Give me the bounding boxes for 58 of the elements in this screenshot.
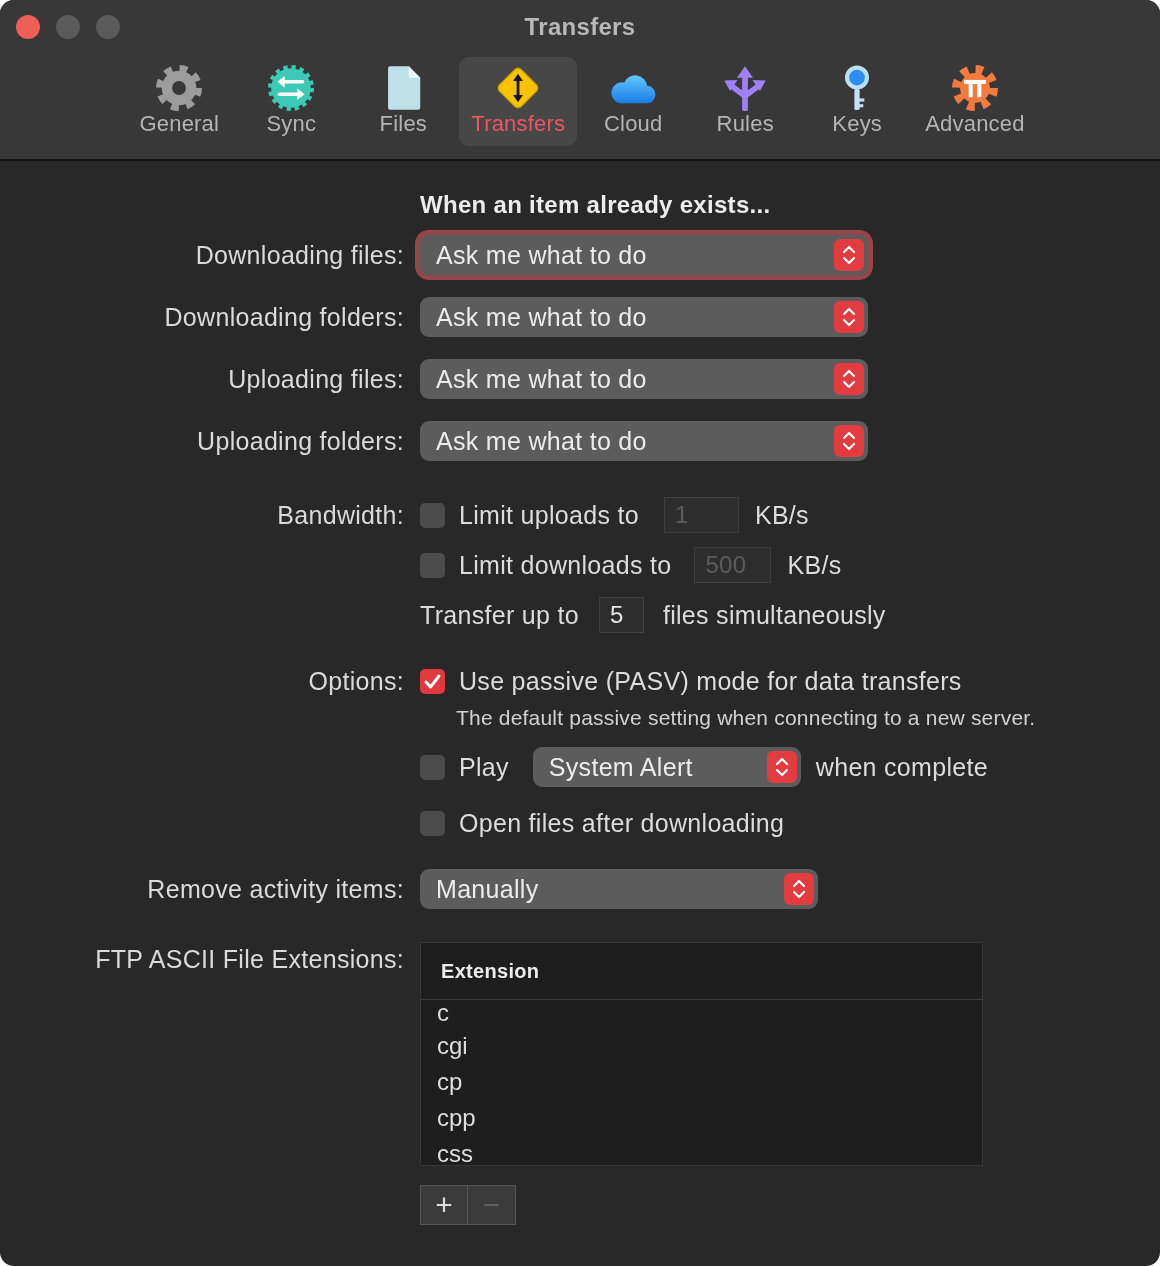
checkbox-label: Limit downloads to — [459, 550, 672, 580]
popup-menu[interactable]: Ask me what to do — [420, 297, 868, 337]
window-title: Transfers — [524, 13, 636, 41]
field-label: Downloading files: — [194, 240, 404, 270]
checkbox-label: Open files after downloading — [459, 808, 785, 838]
field-label: Options: — [307, 666, 404, 696]
chevron-up-down-icon — [834, 363, 864, 395]
toolbar-tab[interactable]: Advanced — [913, 57, 1037, 146]
column-header[interactable]: Extension — [441, 959, 540, 983]
checkbox[interactable] — [420, 502, 445, 528]
toolbar-tab[interactable]: Keys — [801, 57, 914, 146]
toolbar-tab[interactable]: General — [123, 57, 236, 146]
table-cell[interactable]: css — [437, 1140, 473, 1165]
sync-arrows-icon — [268, 65, 315, 111]
field-label: Downloading folders: — [163, 302, 404, 332]
unit-label: KB/s — [754, 500, 809, 530]
cog-icon — [951, 65, 998, 111]
window-zoom-button[interactable] — [96, 15, 120, 39]
field-label: Transfer up to — [420, 600, 579, 630]
popup-menu[interactable]: Ask me what to do — [420, 359, 868, 399]
add-button[interactable]: + — [420, 1185, 468, 1225]
window-close-button[interactable] — [16, 15, 40, 39]
checkbox-label: Limit uploads to — [459, 500, 639, 530]
field-label: Bandwidth: — [276, 500, 404, 530]
field-label: FTP ASCII File Extensions: — [94, 944, 404, 974]
toolbar-tab[interactable]: Rules — [689, 57, 802, 146]
field-label: when complete — [815, 752, 988, 782]
help-text: The default passive setting when connecting to a new server. — [455, 706, 1037, 730]
chevron-up-down-icon — [834, 425, 864, 457]
checkbox[interactable] — [420, 668, 445, 694]
text-field[interactable]: 5 — [598, 597, 644, 633]
chevron-up-down-icon — [784, 873, 814, 905]
field-label: Remove activity items: — [146, 874, 404, 904]
popup-menu[interactable]: Ask me what to do — [420, 421, 868, 461]
checkbox[interactable] — [420, 552, 445, 578]
checkbox-label: Play — [459, 752, 509, 782]
section-heading: When an item already exists... — [420, 191, 772, 219]
chevron-up-down-icon — [834, 301, 864, 333]
checkbox-label: Use passive (PASV) mode for data transfers — [459, 666, 962, 696]
unit-label: KB/s — [787, 550, 842, 580]
popup-menu[interactable]: System Alert — [532, 747, 801, 787]
field-label: Uploading folders: — [196, 426, 404, 456]
checkbox[interactable] — [420, 754, 445, 780]
window-minimize-button[interactable] — [56, 15, 80, 39]
table-cell[interactable]: cp — [437, 1068, 463, 1095]
checkbox[interactable] — [420, 810, 445, 836]
table-cell[interactable]: c — [437, 1000, 449, 1026]
toolbar-tab[interactable]: Files — [347, 57, 460, 146]
table-cell[interactable]: cgi — [437, 1032, 468, 1059]
chevron-up-down-icon — [834, 239, 864, 271]
chevron-up-down-icon — [766, 751, 797, 783]
popup-menu[interactable]: Manually — [420, 869, 818, 909]
toolbar-tab[interactable]: Sync — [235, 57, 348, 146]
toolbar-tab[interactable]: Cloud — [577, 57, 690, 146]
field-label: Uploading files: — [227, 364, 404, 394]
gear-icon — [156, 65, 203, 111]
table-cell[interactable]: cpp — [437, 1104, 476, 1131]
field-label: files simultaneously — [662, 600, 886, 630]
